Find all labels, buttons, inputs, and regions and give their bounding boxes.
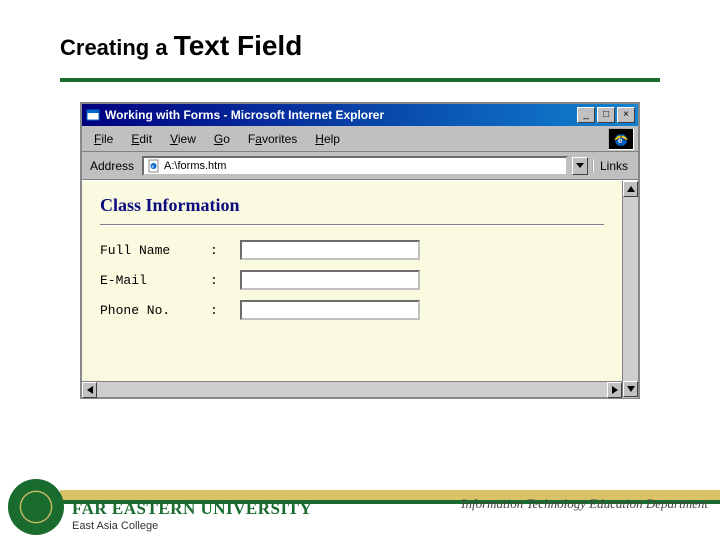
window-title: Working with Forms - Microsoft Internet … [105,108,577,122]
chevron-left-icon [87,386,93,394]
links-button[interactable]: Links [592,159,634,173]
minimize-button[interactable]: _ [577,107,595,123]
title-main: Text Field [174,30,303,61]
vertical-scrollbar[interactable] [622,181,638,397]
chevron-down-icon [576,163,584,169]
slide-footer: Information Technology Education Departm… [0,490,720,540]
college-name: East Asia College [72,520,312,532]
university-block: FAR EASTERN UNIVERSITY East Asia College [72,499,312,532]
scroll-right-button[interactable] [607,382,622,398]
row-fullname: Full Name : [100,240,604,260]
close-button[interactable]: × [617,107,635,123]
scroll-up-button[interactable] [623,181,638,197]
titlebar: Working with Forms - Microsoft Internet … [82,104,638,126]
page-icon: e [146,158,162,174]
scroll-track[interactable] [97,382,607,397]
svg-text:e: e [618,136,623,145]
colon: : [210,273,240,288]
label-fullname: Full Name [100,243,210,258]
scroll-track[interactable] [623,197,638,381]
browser-window: Working with Forms - Microsoft Internet … [80,102,640,399]
chevron-right-icon [612,386,618,394]
scroll-down-button[interactable] [623,381,638,397]
colon: : [210,243,240,258]
ie-logo-icon: e [608,128,634,150]
label-phone: Phone No. [100,303,210,318]
maximize-button[interactable]: □ [597,107,615,123]
chevron-up-icon [627,186,635,192]
content-area: Class Information Full Name : E-Mail : P… [82,180,638,397]
horizontal-scrollbar[interactable] [82,381,638,397]
menu-edit[interactable]: Edit [131,132,152,146]
row-phone: Phone No. : [100,300,604,320]
university-seal-icon [8,479,64,535]
menu-file[interactable]: File [94,132,113,146]
title-divider [60,78,660,82]
addressbar: Address e A:\forms.htm Links [82,152,638,180]
window-controls: _ □ × [577,107,635,123]
menu-view[interactable]: View [170,132,196,146]
row-email: E-Mail : [100,270,604,290]
menubar: File Edit View Go Favorites Help e [82,126,638,152]
input-email[interactable] [240,270,420,290]
menu-favorites[interactable]: Favorites [248,132,297,146]
address-box[interactable]: e A:\forms.htm [142,156,568,176]
address-dropdown-button[interactable] [572,157,588,175]
menu-go[interactable]: Go [214,132,230,146]
address-value: A:\forms.htm [164,160,564,172]
address-label: Address [86,159,138,173]
label-email: E-Mail [100,273,210,288]
slide-title: Creating a Text Field [0,0,720,72]
university-name: FAR EASTERN UNIVERSITY [72,499,312,519]
menu-help[interactable]: Help [315,132,340,146]
app-icon [85,107,101,123]
svg-text:e: e [152,164,155,170]
page-divider [100,224,604,226]
scroll-left-button[interactable] [82,382,97,398]
input-fullname[interactable] [240,240,420,260]
input-phone[interactable] [240,300,420,320]
chevron-down-icon [627,386,635,392]
page-heading: Class Information [100,195,604,216]
page-viewport: Class Information Full Name : E-Mail : P… [82,181,622,381]
title-prefix: Creating a [60,35,174,60]
colon: : [210,303,240,318]
